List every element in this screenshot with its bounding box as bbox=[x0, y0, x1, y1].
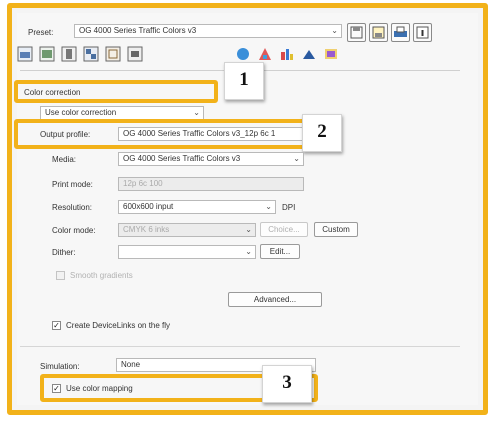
color-correction-mode-value: Use color correction bbox=[45, 108, 117, 117]
printer-icon[interactable] bbox=[391, 23, 410, 42]
callout-1: 1 bbox=[224, 62, 264, 100]
preset-value: OG 4000 Series Traffic Colors v3 bbox=[79, 26, 197, 35]
choice-button[interactable]: Choice... bbox=[260, 222, 308, 237]
media-select[interactable]: OG 4000 Series Traffic Colors v3 ⌄ bbox=[118, 152, 304, 166]
color-mode-select[interactable]: CMYK 6 inks ⌄ bbox=[118, 223, 256, 237]
chevron-down-icon: ⌄ bbox=[193, 108, 200, 117]
chevron-down-icon: ⌄ bbox=[331, 26, 338, 35]
callout-3: 3 bbox=[262, 365, 312, 403]
group-divider bbox=[20, 346, 460, 347]
tab-layout[interactable] bbox=[39, 46, 55, 62]
tab-general[interactable] bbox=[17, 46, 33, 62]
color-correction-mode-select[interactable]: Use color correction ⌄ bbox=[40, 106, 204, 120]
resolution-select[interactable]: 600x600 input ⌄ bbox=[118, 200, 276, 214]
tab-rip[interactable] bbox=[279, 46, 295, 62]
edit-button[interactable]: Edit... bbox=[260, 244, 300, 259]
resolution-value: 600x600 input bbox=[123, 202, 174, 211]
highlight-output-profile bbox=[14, 119, 310, 149]
resolution-label: Resolution: bbox=[52, 203, 93, 212]
chevron-down-icon: ⌄ bbox=[265, 202, 272, 211]
tab-ink[interactable] bbox=[301, 46, 317, 62]
create-devicelinks-checkbox[interactable]: ✓ bbox=[52, 321, 61, 330]
tab-spot[interactable] bbox=[235, 46, 251, 62]
chevron-down-icon: ⌄ bbox=[245, 247, 252, 256]
resolution-unit: DPI bbox=[282, 203, 296, 212]
create-devicelinks-label: Create DeviceLinks on the fly bbox=[66, 321, 171, 330]
chevron-down-icon: ⌄ bbox=[293, 154, 300, 163]
tab-media[interactable] bbox=[61, 46, 77, 62]
preset-label: Preset: bbox=[28, 28, 54, 37]
advanced-button[interactable]: Advanced... bbox=[228, 292, 322, 307]
save-as-icon[interactable] bbox=[369, 23, 388, 42]
info-icon[interactable] bbox=[413, 23, 432, 42]
dither-label: Dither: bbox=[52, 248, 76, 257]
tab-color[interactable] bbox=[83, 46, 99, 62]
color-mode-value: CMYK 6 inks bbox=[123, 225, 170, 234]
tab-misc[interactable] bbox=[323, 46, 339, 62]
dither-select[interactable]: ⌄ bbox=[118, 245, 256, 259]
color-mode-label: Color mode: bbox=[52, 226, 96, 235]
print-mode-value: 12p 6c 100 bbox=[123, 179, 163, 188]
media-label: Media: bbox=[52, 155, 77, 164]
highlight-color-correction bbox=[14, 80, 218, 103]
smooth-gradients-checkbox[interactable] bbox=[56, 271, 65, 280]
simulation-label: Simulation: bbox=[40, 362, 80, 371]
preset-select[interactable]: OG 4000 Series Traffic Colors v3 ⌄ bbox=[74, 24, 342, 38]
print-mode-field: 12p 6c 100 bbox=[118, 177, 304, 191]
chevron-down-icon: ⌄ bbox=[245, 225, 252, 234]
media-value: OG 4000 Series Traffic Colors v3 bbox=[123, 154, 241, 163]
print-mode-label: Print mode: bbox=[52, 180, 93, 189]
tab-quality[interactable] bbox=[105, 46, 121, 62]
tab-finishing[interactable] bbox=[127, 46, 143, 62]
callout-2: 2 bbox=[302, 114, 342, 152]
simulation-value: None bbox=[121, 360, 141, 369]
tab-profiles[interactable] bbox=[257, 46, 273, 62]
custom-button[interactable]: Custom bbox=[314, 222, 358, 237]
smooth-gradients-label: Smooth gradients bbox=[70, 271, 133, 280]
save-preset-icon[interactable] bbox=[347, 23, 366, 42]
